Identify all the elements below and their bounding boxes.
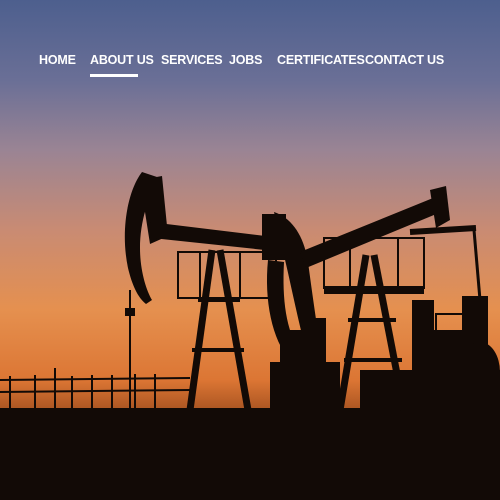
nav-services[interactable]: SERVICES — [161, 52, 223, 68]
main-nav: HOME ABOUT US SERVICES JOBS CERTIFICATES… — [0, 52, 500, 82]
nav-jobs[interactable]: JOBS — [229, 52, 262, 68]
active-nav-underline — [90, 74, 138, 77]
nav-contact-us[interactable]: CONTACT US — [365, 52, 444, 68]
nav-certificates[interactable]: CERTIFICATES — [277, 52, 365, 68]
nav-about-us[interactable]: ABOUT US — [90, 52, 154, 68]
hero-section: HOME ABOUT US SERVICES JOBS CERTIFICATES… — [0, 0, 500, 500]
nav-home[interactable]: HOME — [39, 52, 76, 68]
